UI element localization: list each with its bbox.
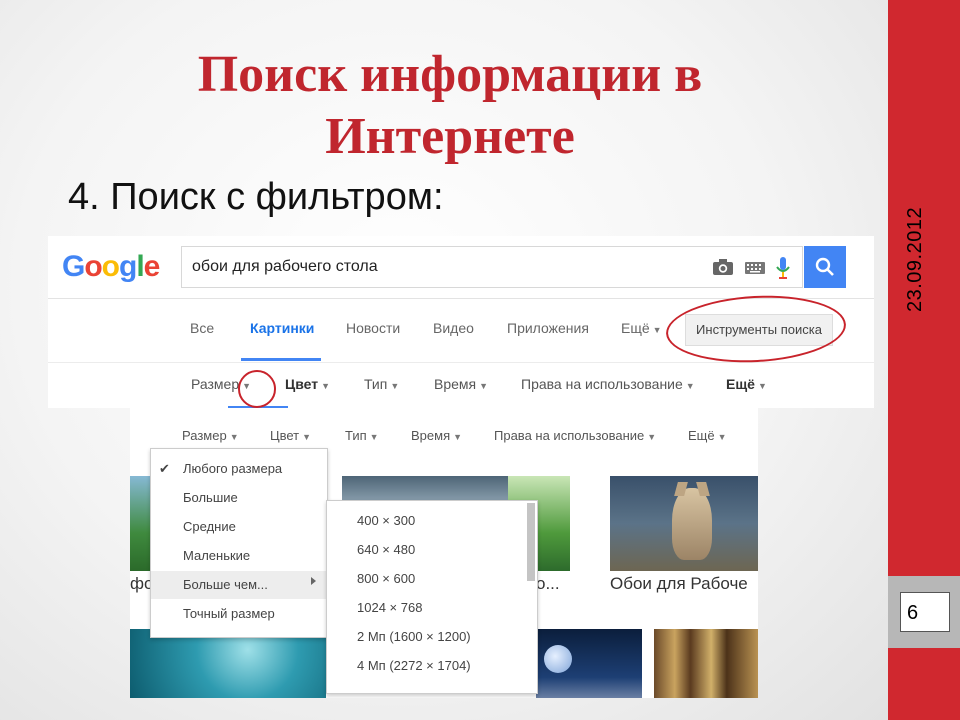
image-thumbnail[interactable] <box>654 629 758 698</box>
filter2-type-label: Тип <box>345 428 367 443</box>
chevron-down-icon: ▼ <box>369 432 379 442</box>
search-button[interactable] <box>804 246 846 288</box>
chevron-down-icon: ▼ <box>685 381 695 391</box>
google-header: Google обои для рабочего стола <box>48 236 874 299</box>
slide-subtitle: 4. Поиск с фильтром: <box>68 176 444 218</box>
chevron-down-icon: ▼ <box>321 381 331 391</box>
search-icon <box>815 257 834 276</box>
filter-rights[interactable]: Права на использование ▼ <box>521 376 695 392</box>
filter-bar: Размер ▼ Цвет ▼ Тип ▼ Время ▼ Права на испол… <box>48 362 874 408</box>
logo-letter: l <box>136 250 144 283</box>
right-sidebar: 6 <box>888 0 960 720</box>
microphone-icon[interactable] <box>776 257 790 279</box>
chevron-down-icon: ▼ <box>453 432 463 442</box>
page-number-panel: 6 <box>888 576 960 648</box>
filter-more[interactable]: Ещё ▼ <box>726 376 767 392</box>
tab-more-label: Ещё <box>621 320 650 336</box>
filter2-time-label: Время <box>411 428 451 443</box>
image-thumbnail[interactable] <box>130 629 326 698</box>
image-thumbnail[interactable] <box>610 476 758 571</box>
logo-letter: G <box>62 250 85 283</box>
logo-letter: e <box>143 250 161 283</box>
size-option-medium[interactable]: Средние <box>183 519 236 534</box>
active-tab-indicator <box>241 358 321 361</box>
size-dropdown-menu: ✔ Любого размера Большие Средние Маленьк… <box>150 448 328 638</box>
filter2-color-label: Цвет <box>270 428 300 443</box>
filter2-size[interactable]: Размер ▼ <box>182 428 239 443</box>
chevron-down-icon: ▼ <box>479 381 489 391</box>
logo-letter: g <box>119 250 137 283</box>
keyboard-icon[interactable] <box>745 262 765 274</box>
filter2-type[interactable]: Тип ▼ <box>345 428 379 443</box>
tab-images[interactable]: Картинки <box>250 320 314 336</box>
tab-apps[interactable]: Приложения <box>507 320 589 336</box>
chevron-down-icon: ▼ <box>717 432 727 442</box>
size-option-large[interactable]: Большие <box>183 490 238 505</box>
check-icon: ✔ <box>159 461 170 476</box>
size-option-exact[interactable]: Точный размер <box>183 606 275 621</box>
filter-more-label: Ещё <box>726 376 755 392</box>
filter2-rights-label: Права на использование <box>494 428 645 443</box>
image-caption[interactable]: Обои для Рабоче <box>610 574 748 594</box>
image-caption[interactable]: о... <box>536 574 560 594</box>
filter-color[interactable]: Цвет ▼ <box>285 376 330 392</box>
search-input[interactable]: обои для рабочего стола <box>181 246 803 288</box>
slide-date: 23.09.2012 <box>904 206 926 312</box>
chevron-down-icon: ▼ <box>390 381 400 391</box>
size-1024x768[interactable]: 1024 × 768 <box>357 600 422 615</box>
tab-all[interactable]: Все <box>190 320 214 336</box>
larger-than-submenu: 400 × 300 640 × 480 800 × 600 1024 × 768… <box>326 500 538 694</box>
size-640x480[interactable]: 640 × 480 <box>357 542 415 557</box>
chevron-down-icon: ▼ <box>302 432 312 442</box>
chevron-down-icon: ▼ <box>757 381 767 391</box>
chevron-down-icon: ▼ <box>652 325 662 335</box>
filter-time[interactable]: Время ▼ <box>434 376 488 392</box>
filter2-more-label: Ещё <box>688 428 715 443</box>
size-800x600[interactable]: 800 × 600 <box>357 571 415 586</box>
filter2-time[interactable]: Время ▼ <box>411 428 462 443</box>
filter-rights-label: Права на использование <box>521 376 683 392</box>
size-4mp[interactable]: 4 Мп (2272 × 1704) <box>357 658 471 673</box>
tab-more[interactable]: Ещё ▼ <box>621 320 662 336</box>
size-400x300[interactable]: 400 × 300 <box>357 513 415 528</box>
logo-letter: o <box>101 250 120 283</box>
filter2-color[interactable]: Цвет ▼ <box>270 428 311 443</box>
submenu-arrow-icon <box>311 577 316 585</box>
camera-icon[interactable] <box>712 259 734 276</box>
filter-type[interactable]: Тип ▼ <box>364 376 399 392</box>
filter-color-label: Цвет <box>285 376 319 392</box>
size-option-any[interactable]: Любого размера <box>183 461 282 476</box>
filter2-size-label: Размер <box>182 428 227 443</box>
annotation-circle-size <box>238 370 276 408</box>
image-thumbnail[interactable] <box>536 629 642 698</box>
filter-type-label: Тип <box>364 376 388 392</box>
filter-size-label: Размер <box>191 376 240 392</box>
filter2-more[interactable]: Ещё ▼ <box>688 428 727 443</box>
size-2mp[interactable]: 2 Мп (1600 × 1200) <box>357 629 471 644</box>
google-logo[interactable]: Google <box>62 250 161 284</box>
chevron-down-icon: ▼ <box>647 432 657 442</box>
slide-title: Поиск информации в Интернете <box>197 46 703 165</box>
filter-time-label: Время <box>434 376 477 392</box>
size-option-small[interactable]: Маленькие <box>183 548 250 563</box>
chevron-down-icon: ▼ <box>229 432 239 442</box>
tab-news[interactable]: Новости <box>346 320 400 336</box>
search-query: обои для рабочего стола <box>192 258 378 275</box>
submenu-scrollbar[interactable] <box>527 503 535 581</box>
page-number: 6 <box>900 592 950 632</box>
size-option-larger-than[interactable]: Больше чем... <box>183 577 268 592</box>
tab-video[interactable]: Видео <box>433 320 474 336</box>
filter2-rights[interactable]: Права на использование ▼ <box>494 428 656 443</box>
logo-letter: o <box>84 250 102 283</box>
google-size-menu-screenshot: Размер ▼ Цвет ▼ Тип ▼ Время ▼ Права на испол… <box>130 408 758 698</box>
